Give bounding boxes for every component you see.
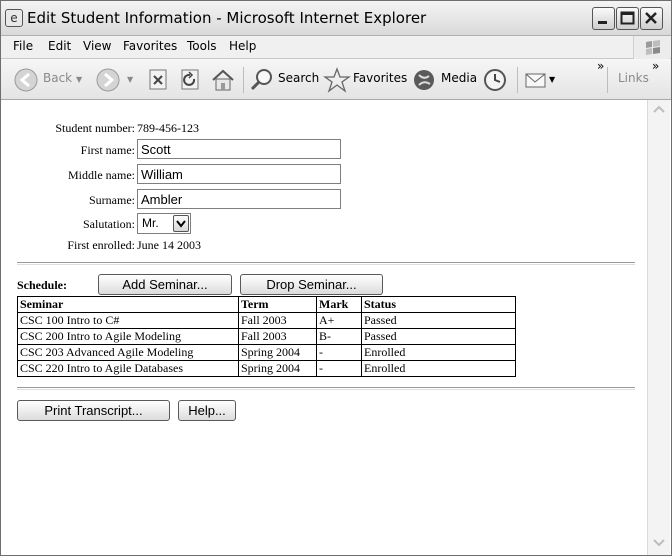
middle-name-field[interactable]: William — [137, 164, 341, 184]
forward-arrow-icon[interactable] — [95, 67, 121, 93]
table-row[interactable]: CSC 220 Intro to Agile Databases Spring … — [17, 360, 516, 377]
drop-seminar-button[interactable]: Drop Seminar... — [240, 274, 383, 295]
media-button-label[interactable]: Media — [441, 71, 477, 85]
surname-label: Surname: — [89, 193, 135, 207]
search-icon[interactable] — [249, 67, 275, 93]
media-icon[interactable] — [411, 67, 439, 93]
window-title: Edit Student Information - Microsoft Int… — [27, 9, 427, 27]
page-icon: e — [5, 9, 23, 27]
stop-icon[interactable] — [147, 67, 169, 93]
toolbar-separator — [517, 67, 518, 93]
seminar-cell: CSC 200 Intro to Agile Modeling — [17, 328, 239, 345]
table-header-row: Seminar Term Mark Status — [17, 296, 516, 313]
first-enrolled-label: First enrolled: — [67, 238, 135, 252]
refresh-icon[interactable] — [179, 67, 201, 93]
links-label[interactable]: Links — [618, 71, 649, 85]
table-row[interactable]: CSC 100 Intro to C# Fall 2003 A+ Passed — [17, 312, 516, 329]
menu-tools[interactable]: Tools — [187, 39, 217, 53]
mark-cell: - — [316, 360, 362, 377]
divider — [17, 262, 635, 265]
add-seminar-button[interactable]: Add Seminar... — [98, 274, 232, 295]
term-cell: Fall 2003 — [238, 328, 317, 345]
seminar-cell: CSC 100 Intro to C# — [17, 312, 239, 329]
mark-cell: A+ — [316, 312, 362, 329]
favorites-button-label[interactable]: Favorites — [353, 71, 407, 85]
term-cell: Spring 2004 — [238, 360, 317, 377]
first-name-label: First name: — [80, 143, 135, 157]
forward-dropdown-icon[interactable]: ▼ — [127, 75, 133, 84]
toolbar-separator — [243, 67, 244, 93]
status-cell: Enrolled — [361, 344, 516, 361]
status-cell: Passed — [361, 328, 516, 345]
menu-favorites[interactable]: Favorites — [123, 39, 177, 53]
back-dropdown-icon[interactable]: ▼ — [76, 75, 82, 84]
toolbar-overflow-chevron[interactable]: » — [597, 59, 604, 73]
menu-help[interactable]: Help — [229, 39, 256, 53]
first-enrolled-value: June 14 2003 — [137, 238, 201, 252]
mail-icon[interactable] — [523, 67, 549, 93]
table-row[interactable]: CSC 200 Intro to Agile Modeling Fall 200… — [17, 328, 516, 345]
status-cell: Enrolled — [361, 360, 516, 377]
seminar-cell: CSC 203 Advanced Agile Modeling — [17, 344, 239, 361]
menu-bar: File Edit View Favorites Tools Help — [1, 36, 671, 60]
salutation-selected-value: Mr. — [142, 216, 159, 230]
back-arrow-icon[interactable] — [13, 67, 39, 93]
column-header-term: Term — [238, 296, 317, 313]
favorites-star-icon[interactable] — [322, 67, 352, 93]
column-header-status: Status — [361, 296, 516, 313]
salutation-label: Salutation: — [83, 217, 135, 231]
chevron-down-icon[interactable] — [173, 215, 189, 232]
divider — [17, 387, 635, 390]
windows-logo-icon — [633, 36, 670, 60]
schedule-table: Seminar Term Mark Status CSC 100 Intro t… — [17, 296, 516, 377]
student-number-value: 789-456-123 — [137, 121, 199, 135]
menu-view[interactable]: View — [83, 39, 111, 53]
home-icon[interactable] — [209, 67, 237, 93]
links-overflow-chevron[interactable]: » — [652, 59, 659, 73]
help-button[interactable]: Help... — [178, 400, 236, 421]
surname-field[interactable]: Ambler — [137, 189, 341, 209]
table-row[interactable]: CSC 203 Advanced Agile Modeling Spring 2… — [17, 344, 516, 361]
term-cell: Spring 2004 — [238, 344, 317, 361]
menu-file[interactable]: File — [13, 39, 33, 53]
mail-dropdown-icon[interactable]: ▼ — [549, 75, 555, 84]
status-cell: Passed — [361, 312, 516, 329]
close-button[interactable] — [640, 7, 663, 30]
browser-window: e Edit Student Information - Microsoft I… — [0, 0, 672, 556]
history-icon[interactable] — [481, 67, 509, 93]
vertical-scrollbar[interactable] — [647, 100, 670, 555]
column-header-mark: Mark — [316, 296, 362, 313]
title-bar[interactable]: e Edit Student Information - Microsoft I… — [1, 1, 671, 36]
back-button-label[interactable]: Back — [43, 71, 72, 85]
page-content: Student number: 789-456-123 First name: … — [1, 100, 647, 555]
mark-cell: - — [316, 344, 362, 361]
column-header-seminar: Seminar — [17, 296, 239, 313]
seminar-cell: CSC 220 Intro to Agile Databases — [17, 360, 239, 377]
term-cell: Fall 2003 — [238, 312, 317, 329]
mark-cell: B- — [316, 328, 362, 345]
middle-name-label: Middle name: — [68, 168, 135, 182]
student-number-label: Student number: — [55, 121, 135, 135]
scrollbar-arrows — [653, 105, 665, 547]
schedule-label: Schedule: — [17, 278, 68, 292]
minimize-button[interactable] — [592, 7, 615, 30]
print-transcript-button[interactable]: Print Transcript... — [17, 400, 170, 421]
menu-edit[interactable]: Edit — [48, 39, 71, 53]
toolbar-separator — [607, 67, 608, 93]
maximize-button[interactable] — [616, 7, 639, 30]
navigation-toolbar: Back ▼ ▼ Search Favorites Media ▼ » Link… — [1, 59, 671, 100]
salutation-select[interactable]: Mr. — [137, 213, 191, 234]
first-name-field[interactable]: Scott — [137, 139, 341, 159]
search-button-label[interactable]: Search — [278, 71, 319, 85]
